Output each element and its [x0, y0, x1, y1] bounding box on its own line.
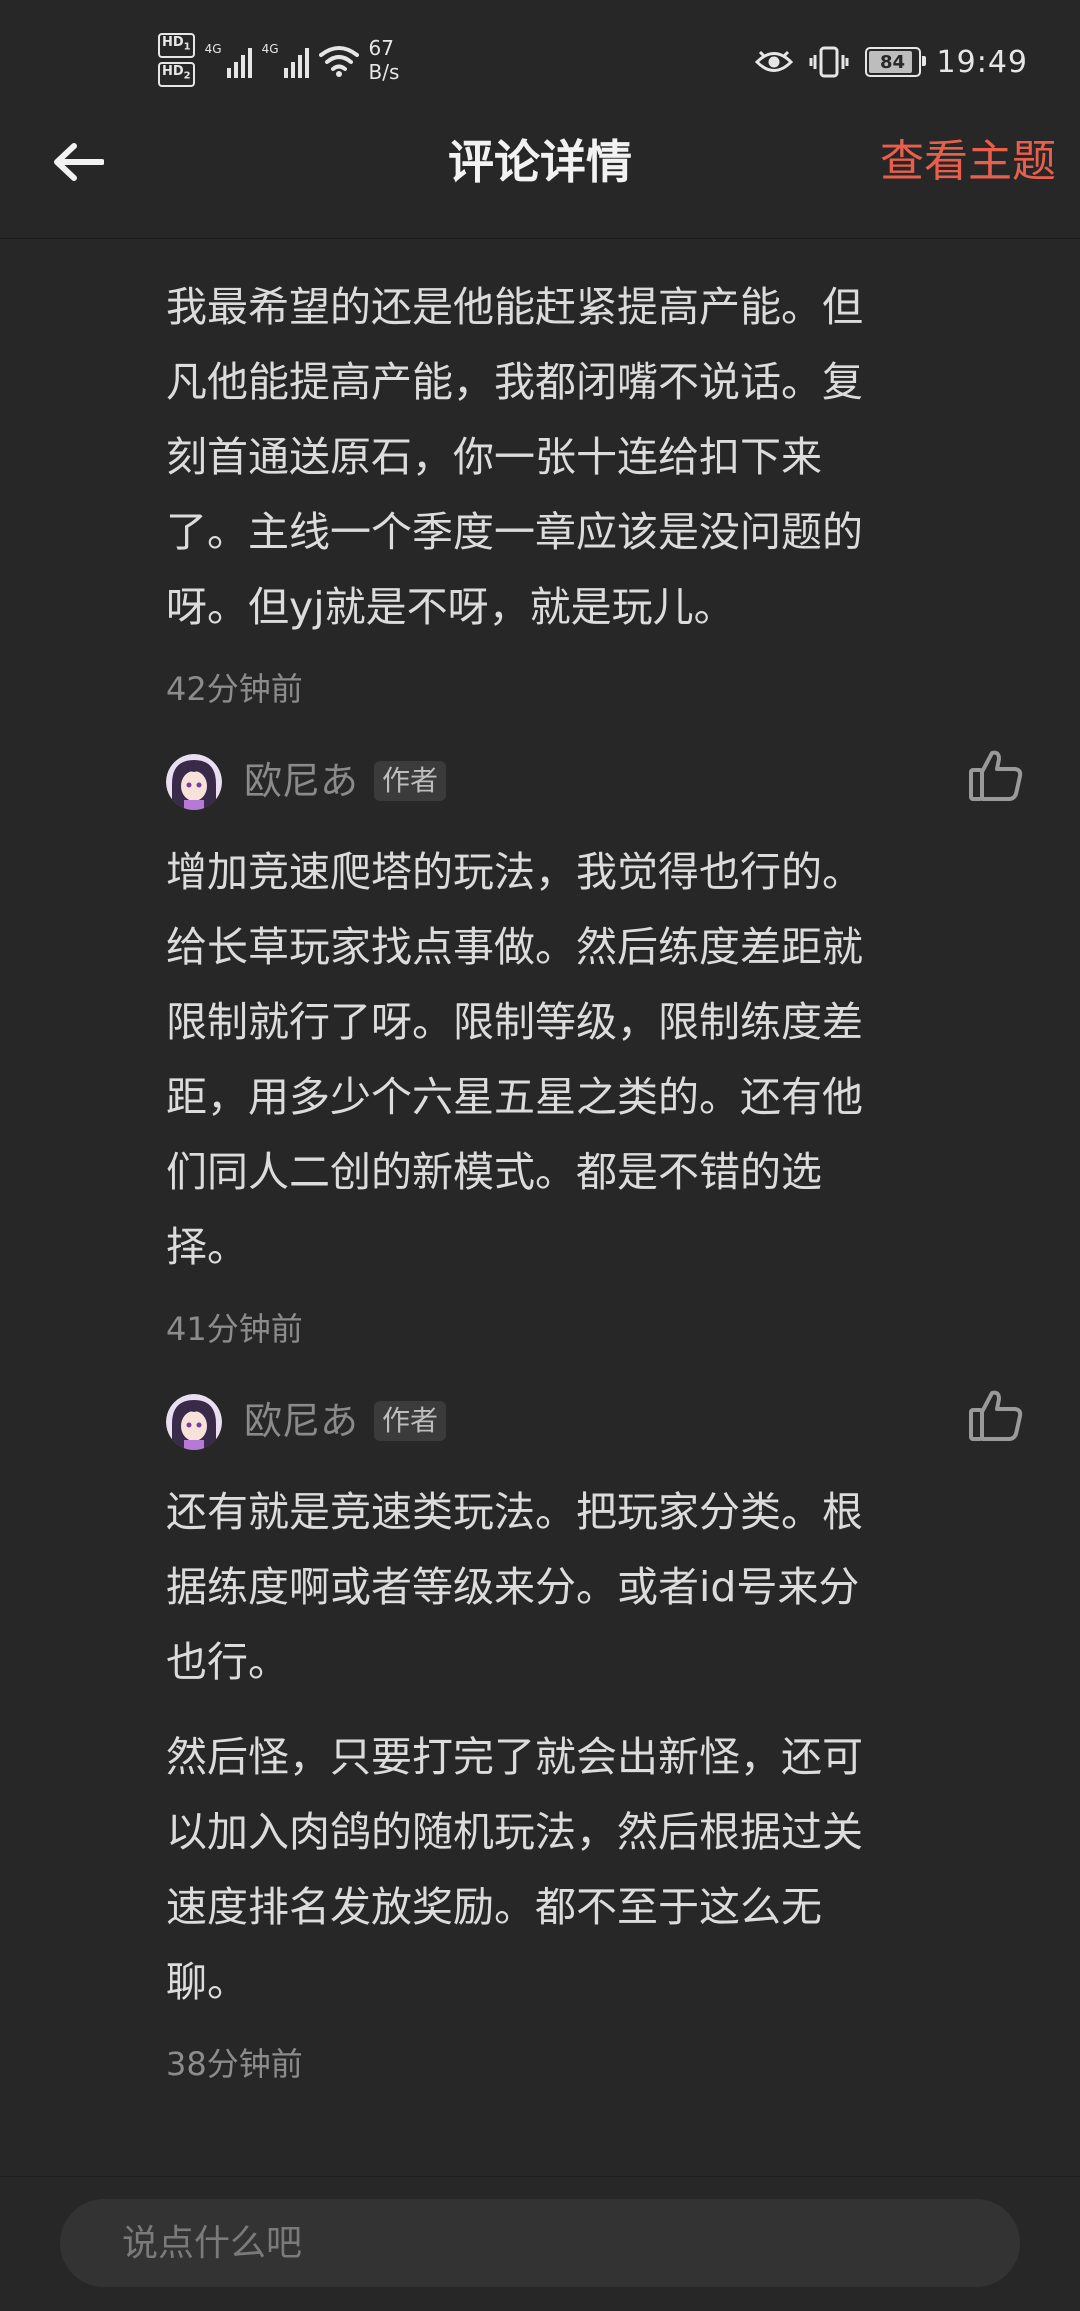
- view-topic-button[interactable]: 查看主题: [880, 110, 1056, 214]
- status-bar: HD1 HD2 4G 4G 67 B/s 84 19:49: [0, 0, 1080, 110]
- comment-header: 欧尼あ 作者: [0, 750, 1080, 811]
- hd2-badge: HD2: [158, 62, 195, 87]
- vibrate-icon: [809, 46, 849, 78]
- comment-list: 我最希望的还是他能赶紧提高产能。但凡他能提高产能，我都闭嘴不说话。复刻首通送原石…: [0, 238, 1080, 2176]
- comment-time: 42分钟前: [166, 670, 303, 708]
- status-left: HD1 HD2 4G 4G 67 B/s: [158, 30, 399, 90]
- comment-time: 41分钟前: [166, 1310, 303, 1348]
- like-button[interactable]: [966, 1385, 1026, 1445]
- avatar[interactable]: [166, 754, 222, 810]
- comment-header: 欧尼あ 作者: [0, 1390, 1080, 1451]
- comment-body: 我最希望的还是他能赶紧提高产能。但凡他能提高产能，我都闭嘴不说话。复刻首通送原石…: [0, 270, 1080, 645]
- signal1-icon: 4G: [205, 42, 252, 78]
- author-badge: 作者: [374, 761, 447, 801]
- thumbs-up-icon: [969, 750, 1023, 801]
- comment-text: 然后怪，只要打完了就会出新怪，还可以加入肉鸽的随机玩法，然后根据过关速度排名发放…: [166, 1733, 863, 2006]
- clock: 19:49: [936, 44, 1028, 80]
- comment-text: 还有就是竞速类玩法。把玩家分类。根据练度啊或者等级来分。或者id号来分也行。: [166, 1488, 863, 1686]
- comment-body: 还有就是竞速类玩法。把玩家分类。根据练度啊或者等级来分。或者id号来分也行。 然…: [0, 1475, 1080, 2020]
- comment-item: 我最希望的还是他能赶紧提高产能。但凡他能提高产能，我都闭嘴不说话。复刻首通送原石…: [0, 238, 1080, 713]
- comment-time: 38分钟前: [166, 2045, 303, 2083]
- author-badge: 作者: [374, 1401, 447, 1441]
- header: 评论详情 查看主题: [0, 110, 1080, 239]
- signal2-icon: 4G: [262, 42, 309, 78]
- comment-text: 我最希望的还是他能赶紧提高产能。但凡他能提高产能，我都闭嘴不说话。复刻首通送原石…: [166, 283, 863, 631]
- hd-indicators: HD1 HD2: [158, 33, 195, 87]
- wifi-icon: [318, 46, 359, 77]
- author-name[interactable]: 欧尼あ: [244, 751, 358, 811]
- comment-text: 增加竞速爬塔的玩法，我觉得也行的。给长草玩家找点事做。然后练度差距就限制就行了呀…: [166, 848, 863, 1271]
- eye-icon: [754, 50, 793, 72]
- network-speed: 67 B/s: [368, 36, 400, 84]
- avatar[interactable]: [166, 1394, 222, 1450]
- comment-input[interactable]: [60, 2199, 1020, 2287]
- hd1-badge: HD1: [158, 33, 195, 58]
- battery-icon: 84: [864, 47, 926, 77]
- author-name[interactable]: 欧尼あ: [244, 1391, 358, 1451]
- comment-body: 增加竞速爬塔的玩法，我觉得也行的。给长草玩家找点事做。然后练度差距就限制就行了呀…: [0, 835, 1080, 1285]
- comment-input-bar: [0, 2176, 1080, 2311]
- status-right: 84 19:49: [754, 40, 1028, 84]
- comment-item: 欧尼あ 作者 还有就是竞速类玩法。把玩家分类。根据练度啊或者等级来分。或者id号…: [0, 1390, 1080, 2088]
- thumbs-up-icon: [969, 1390, 1023, 1441]
- like-button[interactable]: [966, 745, 1026, 805]
- comment-item: 欧尼あ 作者 增加竞速爬塔的玩法，我觉得也行的。给长草玩家找点事做。然后练度差距…: [0, 750, 1080, 1353]
